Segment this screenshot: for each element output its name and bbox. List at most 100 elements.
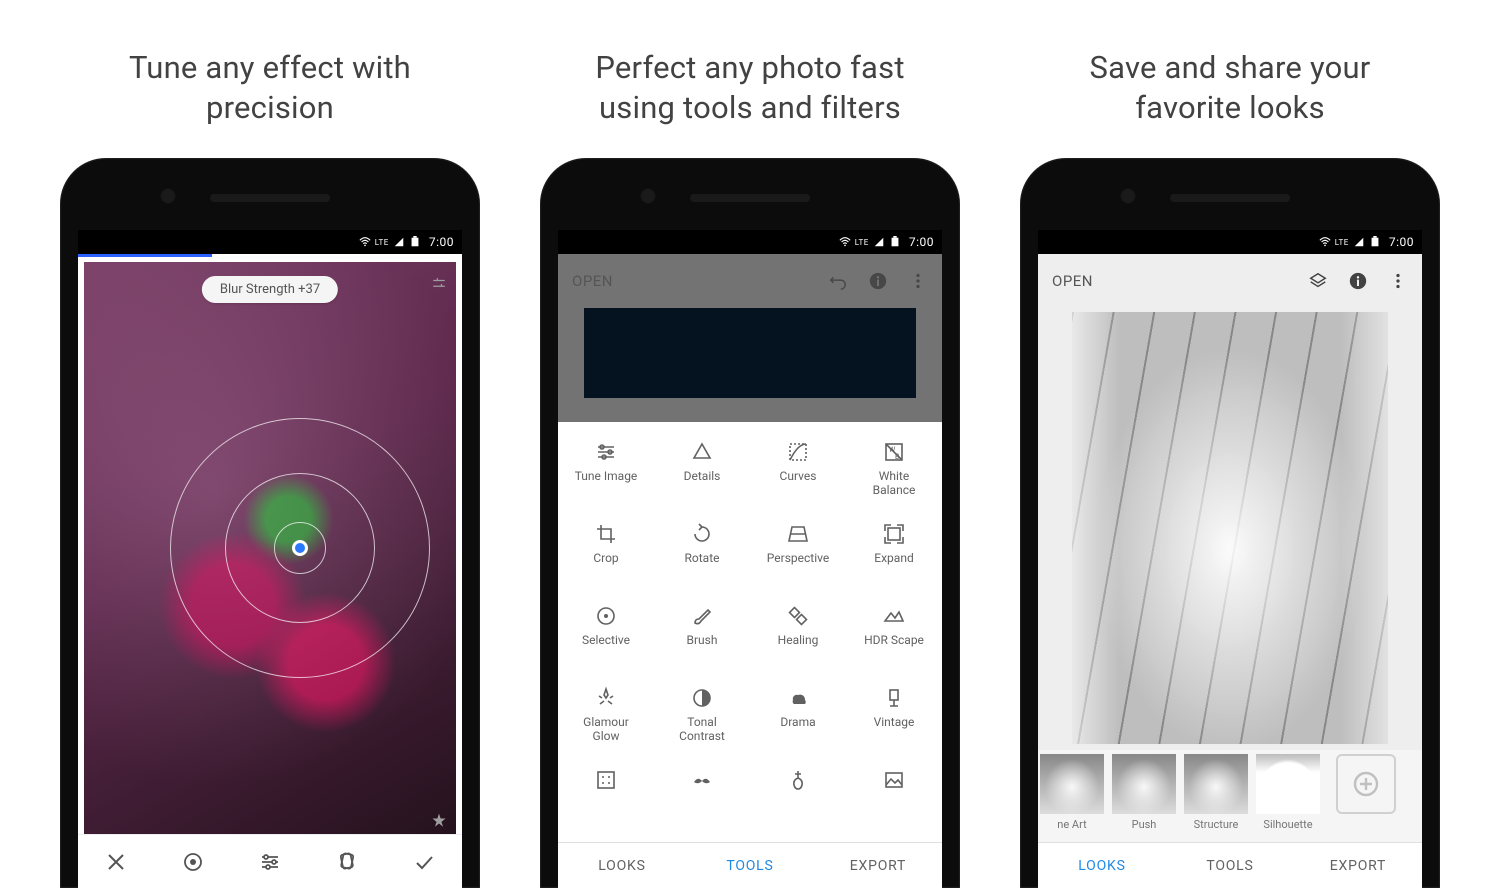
adjust-button[interactable] [250, 842, 290, 882]
tool-drama[interactable]: Drama [750, 678, 846, 760]
tool-curves[interactable]: Curves [750, 432, 846, 514]
status-bar: LTE 7:00 [1038, 230, 1422, 254]
look-thumb[interactable]: ne Art [1040, 754, 1104, 831]
glamour-glow-icon [594, 686, 618, 710]
tool-perspective[interactable]: Perspective [750, 514, 846, 596]
tool-expand[interactable]: Expand [846, 514, 942, 596]
tab-looks[interactable]: LOOKS [558, 858, 686, 874]
tab-export[interactable]: EXPORT [1294, 858, 1422, 874]
tools-grid: Tune ImageDetailsCurvesWhiteBalance CropR… [558, 422, 942, 842]
app-bar: OPEN [1038, 254, 1422, 308]
tool-healing[interactable]: Healing [750, 596, 846, 678]
phone-screen: LTE 7:00 Blur Strength +37 [78, 230, 462, 888]
compare-icon[interactable] [430, 276, 448, 290]
panel-heading: Tune any effect withprecision [129, 48, 411, 138]
panel-heading: Save and share yourfavorite looks [1090, 48, 1371, 138]
tool-rotate[interactable]: Rotate [654, 514, 750, 596]
guitar-icon [786, 768, 810, 792]
tools-sheet: Tune ImageDetailsCurvesWhiteBalance CropR… [558, 422, 942, 888]
look-thumb[interactable]: Push [1112, 754, 1176, 831]
info-icon[interactable] [1348, 271, 1368, 291]
progress-bar [78, 254, 462, 262]
styles-button[interactable] [327, 842, 367, 882]
network-label: LTE [375, 238, 389, 247]
brush-icon [690, 604, 714, 628]
tool-brush[interactable]: Brush [654, 596, 750, 678]
wifi-icon [839, 236, 851, 248]
tool-image[interactable] [846, 760, 942, 842]
look-thumb[interactable]: Structure [1184, 754, 1248, 831]
panel-tools: Perfect any photo fastusing tools and fi… [520, 0, 980, 888]
panel-heading: Perfect any photo fastusing tools and fi… [595, 48, 904, 138]
tool-white-balance[interactable]: WhiteBalance [846, 432, 942, 514]
image-icon [882, 768, 906, 792]
more-icon[interactable] [1388, 271, 1408, 291]
clock: 7:00 [429, 235, 454, 249]
photo-preview[interactable] [1072, 312, 1388, 744]
tool-frames[interactable] [558, 760, 654, 842]
phone-screen: LTE 7:00 OPEN ne ArtPushStructureSilhoue [1038, 230, 1422, 888]
battery-icon [889, 236, 901, 248]
network-label: LTE [1335, 238, 1349, 247]
tune-image-icon [594, 440, 618, 464]
hdr-scape-icon [882, 604, 906, 628]
tab-tools[interactable]: TOOLS [1166, 858, 1294, 874]
wifi-icon [1319, 236, 1331, 248]
phone-frame: LTE 7:00 Blur Strength +37 [60, 158, 480, 888]
tool-selective[interactable]: Selective [558, 596, 654, 678]
tool-glamour-glow[interactable]: GlamourGlow [558, 678, 654, 760]
battery-icon [409, 236, 421, 248]
tool-hdr-scape[interactable]: HDR Scape [846, 596, 942, 678]
tab-looks[interactable]: LOOKS [1038, 858, 1166, 874]
clock: 7:00 [1389, 235, 1414, 249]
white-balance-icon [882, 440, 906, 464]
tool-details[interactable]: Details [654, 432, 750, 514]
tab-tools[interactable]: TOOLS [686, 858, 814, 874]
blur-shape-button[interactable] [173, 842, 213, 882]
phone-frame: LTE 7:00 OPEN ne ArtPushStructureSilhoue [1020, 158, 1440, 888]
editor-bottom-bar [78, 834, 462, 888]
signal-icon [393, 236, 405, 248]
adjustment-pill: Blur Strength +37 [202, 276, 338, 303]
cancel-button[interactable] [96, 842, 136, 882]
details-icon [690, 440, 714, 464]
star-icon [430, 812, 448, 830]
tool-tonal-contrast[interactable]: TonalContrast [654, 678, 750, 760]
panel-looks: Save and share yourfavorite looks LTE 7:… [1000, 0, 1460, 888]
open-button[interactable]: OPEN [1052, 272, 1093, 290]
tool-vintage[interactable]: Vintage [846, 678, 942, 760]
look-thumb[interactable]: Silhouette [1256, 754, 1320, 831]
status-bar: LTE 7:00 [558, 230, 942, 254]
photo-canvas[interactable]: Blur Strength +37 [84, 262, 456, 834]
status-bar: LTE 7:00 [78, 230, 462, 254]
panel-precision: Tune any effect withprecision LTE 7:00 B… [40, 0, 500, 888]
network-label: LTE [855, 238, 869, 247]
expand-icon [882, 522, 906, 546]
vintage-icon [882, 686, 906, 710]
tool-mustache[interactable] [654, 760, 750, 842]
phone-screen: LTE 7:00 OPEN [558, 230, 942, 888]
plus-icon [1352, 770, 1380, 798]
signal-icon [873, 236, 885, 248]
drama-icon [786, 686, 810, 710]
bottom-tabs: LOOKS TOOLS EXPORT [558, 842, 942, 888]
tool-tune-image[interactable]: Tune Image [558, 432, 654, 514]
apply-button[interactable] [404, 842, 444, 882]
tool-guitar[interactable] [750, 760, 846, 842]
tonal-contrast-icon [690, 686, 714, 710]
healing-icon [786, 604, 810, 628]
crop-icon [594, 522, 618, 546]
looks-strip[interactable]: ne ArtPushStructureSilhouette [1038, 750, 1422, 842]
selective-icon [594, 604, 618, 628]
tab-export[interactable]: EXPORT [814, 858, 942, 874]
curves-icon [786, 440, 810, 464]
add-look-button[interactable] [1336, 754, 1396, 814]
frames-icon [594, 768, 618, 792]
layers-icon[interactable] [1308, 271, 1328, 291]
mustache-icon [690, 768, 714, 792]
clock: 7:00 [909, 235, 934, 249]
perspective-icon [786, 522, 810, 546]
battery-icon [1369, 236, 1381, 248]
rotate-icon [690, 522, 714, 546]
tool-crop[interactable]: Crop [558, 514, 654, 596]
